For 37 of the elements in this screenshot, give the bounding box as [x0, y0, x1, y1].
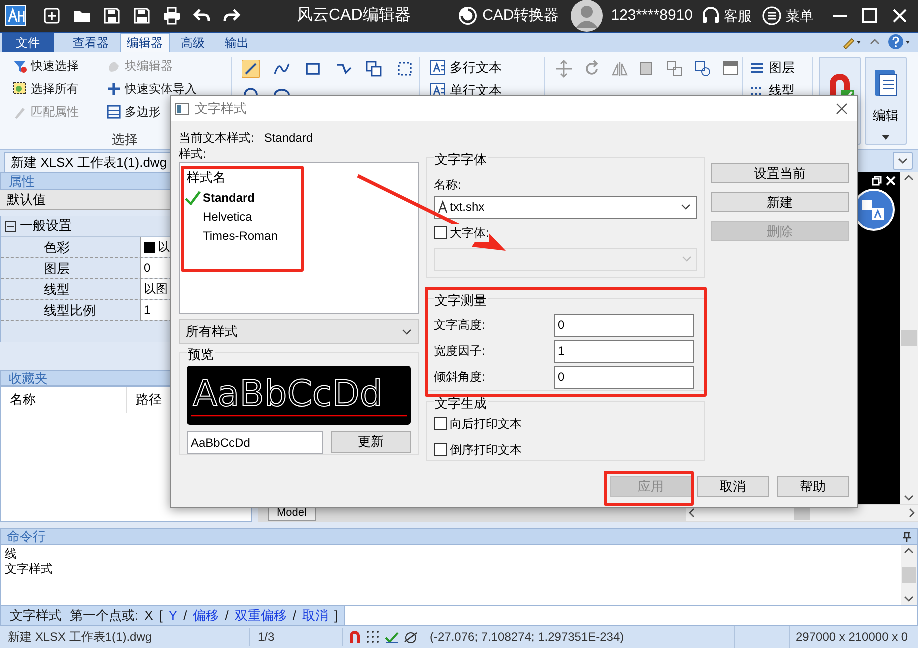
property-value: 以: [158, 239, 170, 256]
field-label: 倾斜角度:: [434, 369, 486, 386]
history-line: 线: [5, 547, 17, 562]
prompt-text: /: [184, 606, 188, 625]
prompt-text: ]: [334, 606, 338, 625]
prompt-text: 文字样式: [10, 606, 62, 625]
field-label: 名称:: [434, 176, 462, 194]
checkbox-label: 大字体:: [450, 224, 490, 242]
group-label: 一般设置: [20, 217, 72, 236]
current-style-value: Standard: [264, 130, 314, 147]
window-title: 风云CAD编辑器: [297, 6, 411, 26]
panel-title: 命令行: [7, 528, 46, 546]
prompt-text: /: [225, 606, 229, 625]
status-text: 1/3: [250, 628, 343, 646]
list-header: 样式名: [187, 169, 227, 187]
button-label: 编辑: [873, 107, 899, 125]
group-label: 选择: [112, 131, 138, 149]
field-label: 样式:: [179, 146, 206, 162]
property-value: 以图: [144, 281, 168, 298]
checkbox-label: 向后打印文本: [450, 416, 522, 432]
dropdown-value: 所有样式: [186, 322, 239, 341]
property-value: 0: [144, 260, 151, 277]
prompt-text: X: [144, 606, 154, 625]
dialog-title: 文字样式: [195, 100, 247, 118]
field-label: 宽度因子:: [434, 343, 486, 360]
status-text: 297000 x 210000 x 0: [795, 629, 910, 646]
history-line: 文字样式: [5, 562, 54, 577]
property-value: 1: [144, 302, 151, 319]
prompt-text: 第一个点或:: [70, 606, 139, 625]
dropdown-value: txt.shx: [450, 199, 486, 216]
prompt-text: [: [159, 606, 163, 625]
status-text: 新建 XLSX 工作表1(1).dwg: [0, 628, 250, 646]
checkbox-label: 倒序打印文本: [450, 442, 522, 458]
coordinates-text: (-27.076; 7.108274; 1.297351E-234): [429, 629, 626, 646]
field-label: 文字高度:: [434, 317, 486, 334]
prompt-text: /: [292, 606, 296, 625]
field-label: 当前文本样式:: [179, 130, 254, 147]
